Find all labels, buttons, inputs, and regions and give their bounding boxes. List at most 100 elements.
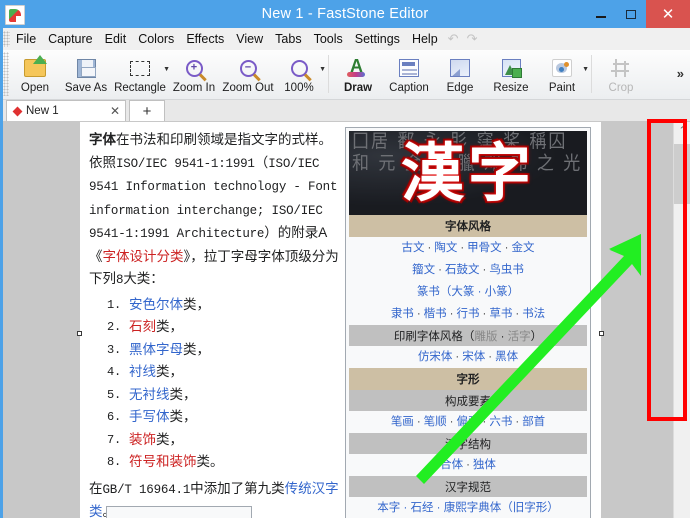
ib-link[interactable]: 笔画 [391,416,414,428]
paint-icon [549,55,575,81]
ib-link[interactable]: 独体 [473,459,496,471]
list-item: 6.手写体类， [89,406,339,429]
infobox-header-standards: 汉字规范 [349,476,587,497]
tab-new-1[interactable]: New 1 ✕ [6,100,126,121]
toolbar-resize-button[interactable]: Resize [484,52,538,94]
new-tab-button[interactable]: + [129,100,165,121]
close-button[interactable]: ✕ [646,0,690,28]
tab-close-icon[interactable]: ✕ [98,104,120,118]
ib-link[interactable]: 仿宋体 [418,351,453,363]
ib-link[interactable]: 合体 [440,459,463,471]
para1-t2: 依照 [89,155,116,170]
resize-icon [498,55,524,81]
para1-code1: ISO/IEC 9541-1:1991 [116,157,255,171]
ib-link[interactable]: 偏旁 [457,416,480,428]
ib-link[interactable]: 六书 [489,416,512,428]
menu-colors[interactable]: Colors [132,30,180,48]
ib-link[interactable]: 楷书 [424,308,447,320]
toolbar-zoom-out-label: Zoom Out [222,82,273,94]
infobox-row-standards-1[interactable]: 本字 · 石经 · 康熙字典体（旧字形） [349,497,587,518]
menu-view[interactable]: View [230,30,269,48]
image-page[interactable]: 字体在书法和印刷领域是指文字的式样。依照ISO/IEC 9541-1:1991（… [80,122,601,518]
ib-link[interactable]: 古文 [401,242,424,254]
ib-link[interactable]: 隶书 [391,308,414,320]
paragraph-1: 字体在书法和印刷领域是指文字的式样。依照ISO/IEC 9541-1:1991（… [89,129,339,292]
selection-handle-left[interactable] [77,331,82,336]
redo-icon[interactable]: ↷ [463,31,482,47]
list-link[interactable]: 符号和装饰 [129,454,197,469]
toolbar-edge-button[interactable]: Edge [436,52,484,94]
ib-link[interactable]: 笔顺 [424,416,447,428]
paint-dropdown-chevron-down-icon[interactable]: ▼ [582,66,589,73]
toolbar-zoom-in-button[interactable]: + Zoom In [167,52,221,94]
para1-red-link[interactable]: 字体设计分类 [103,249,184,264]
ib-link[interactable]: 陶文 [434,242,457,254]
list-number: 5. [107,384,123,407]
crop-icon [608,55,634,81]
undo-icon[interactable]: ↶ [444,31,463,47]
magnifier-minus-icon: − [235,55,261,81]
ib-link[interactable]: 籀文 [412,264,435,276]
ib-link[interactable]: 草书 [489,308,512,320]
toolbar-zoom-out-button[interactable]: − Zoom Out [221,52,275,94]
list-link[interactable]: 衬线 [129,364,156,379]
infobox-row-seal-script[interactable]: 篆书（大篆 · 小篆） [349,281,587,303]
open-folder-icon [22,55,48,81]
document-bottom-box [106,506,252,518]
ib-link[interactable]: 部首 [522,416,545,428]
ib-link[interactable]: 黑体 [495,351,518,363]
menu-capture[interactable]: Capture [42,30,98,48]
list-link[interactable]: 石刻 [129,319,156,334]
ib-link[interactable]: 行书 [457,308,480,320]
list-tail: 类， [156,432,183,447]
ib-link[interactable]: 金文 [512,242,535,254]
toolbar-overflow-button[interactable]: » [677,66,684,81]
toolbar-caption-button[interactable]: Caption [382,52,436,94]
zoom-dropdown-chevron-down-icon[interactable]: ▼ [319,66,326,73]
list-number: 7. [107,429,123,452]
toolbar-open-button[interactable]: Open [11,52,59,94]
menu-effects[interactable]: Effects [180,30,230,48]
ib-link[interactable]: 宋体 [462,351,485,363]
toolbar-grip[interactable] [3,52,9,96]
infobox-header-glyph-form: 字形 [349,368,587,390]
menubar-grip[interactable] [3,31,10,47]
maximize-button[interactable] [616,0,646,28]
menu-tools[interactable]: Tools [308,30,349,48]
para1-t6: 大类： [123,271,164,286]
tab-strip: New 1 ✕ + [0,100,690,122]
toolbar-rectangle-button[interactable]: Rectangle ▼ [113,52,167,94]
ib-link-movable-type[interactable]: 活字 [508,331,531,343]
toolbar-crop-label: Crop [609,82,634,94]
editor-canvas[interactable]: 字体在书法和印刷领域是指文字的式样。依照ISO/IEC 9541-1:1991（… [3,122,687,518]
minimize-button[interactable] [586,0,616,28]
infobox-row: 古文·陶文·甲骨文·金文 [349,237,587,259]
toolbar-paint-label: Paint [549,82,575,94]
list-item: 1.安色尔体类， [89,294,339,317]
ib-link-woodblock[interactable]: 雕版 [474,331,497,343]
list-link[interactable]: 黑体字母 [129,342,183,357]
toolbar-save-as-button[interactable]: Save As [59,52,113,94]
menu-help[interactable]: Help [406,30,444,48]
menu-tabs[interactable]: Tabs [269,30,307,48]
ib-link[interactable]: 甲骨文 [467,242,502,254]
menu-file[interactable]: File [10,30,42,48]
list-link[interactable]: 装饰 [129,432,156,447]
toolbar-zoom-100-button[interactable]: 100% ▼ [275,52,323,94]
magnifier-icon [286,55,312,81]
list-link[interactable]: 安色尔体 [129,297,183,312]
menu-settings[interactable]: Settings [349,30,406,48]
toolbar-draw-button[interactable]: Draw [334,52,382,94]
list-tail: 类， [156,364,183,379]
toolbar-draw-label: Draw [344,82,372,94]
list-tail: 类， [156,319,183,334]
toolbar-paint-button[interactable]: Paint ▼ [538,52,586,94]
list-link[interactable]: 无衬线 [129,387,170,402]
list-tail: 类， [170,409,197,424]
ib-link[interactable]: 书法 [522,308,545,320]
selection-handle-right[interactable] [599,331,604,336]
ib-link[interactable]: 石鼓文 [445,264,480,276]
list-link[interactable]: 手写体 [129,409,170,424]
ib-link[interactable]: 鸟虫书 [489,264,524,276]
menu-edit[interactable]: Edit [99,30,133,48]
